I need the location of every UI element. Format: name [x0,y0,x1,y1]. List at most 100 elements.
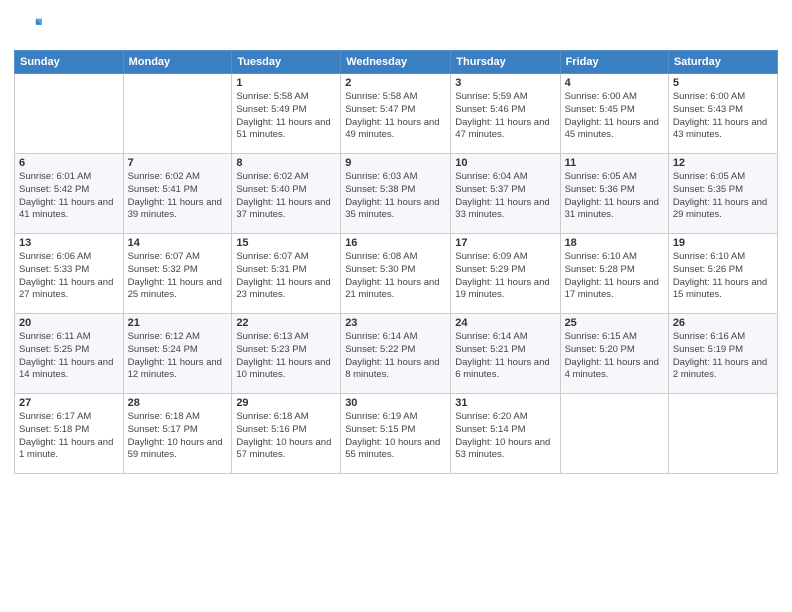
calendar-cell: 26 Sunrise: 6:16 AM Sunset: 5:19 PM Dayli… [668,314,777,394]
day-info: Sunrise: 6:11 AM Sunset: 5:25 PM Dayligh… [19,331,119,382]
day-number: 7 [128,157,228,169]
weekday-header-saturday: Saturday [668,51,777,74]
calendar-cell: 13 Sunrise: 6:06 AM Sunset: 5:33 PM Dayli… [15,234,124,314]
weekday-header-sunday: Sunday [15,51,124,74]
day-number: 17 [455,237,555,249]
weekday-header-tuesday: Tuesday [232,51,341,74]
day-info: Sunrise: 6:05 AM Sunset: 5:36 PM Dayligh… [565,171,664,222]
calendar-cell: 5 Sunrise: 6:00 AM Sunset: 5:43 PM Daylig… [668,74,777,154]
day-info: Sunrise: 6:14 AM Sunset: 5:21 PM Dayligh… [455,331,555,382]
day-number: 3 [455,77,555,89]
calendar-cell: 25 Sunrise: 6:15 AM Sunset: 5:20 PM Dayli… [560,314,668,394]
calendar-cell: 6 Sunrise: 6:01 AM Sunset: 5:42 PM Daylig… [15,154,124,234]
day-number: 12 [673,157,773,169]
day-info: Sunrise: 5:58 AM Sunset: 5:49 PM Dayligh… [236,91,336,142]
day-info: Sunrise: 6:07 AM Sunset: 5:32 PM Dayligh… [128,251,228,302]
day-info: Sunrise: 6:06 AM Sunset: 5:33 PM Dayligh… [19,251,119,302]
day-number: 20 [19,317,119,329]
calendar-cell: 3 Sunrise: 5:59 AM Sunset: 5:46 PM Daylig… [451,74,560,154]
calendar-cell: 29Sunrise: 6:18 AM Sunset: 5:16 PM Dayli… [232,394,341,474]
calendar-cell: 28 Sunrise: 6:18 AM Sunset: 5:17 PM Dayli… [123,394,232,474]
day-number: 11 [565,157,664,169]
weekday-header-wednesday: Wednesday [341,51,451,74]
calendar-cell: 31Sunrise: 6:20 AM Sunset: 5:14 PM Dayli… [451,394,560,474]
day-number: 18 [565,237,664,249]
calendar-week-2: 6 Sunrise: 6:01 AM Sunset: 5:42 PM Daylig… [15,154,778,234]
day-number: 1 [236,77,336,89]
calendar-cell [15,74,124,154]
day-number: 10 [455,157,555,169]
calendar-cell: 20 Sunrise: 6:11 AM Sunset: 5:25 PM Dayli… [15,314,124,394]
calendar-cell: 2Sunrise: 5:58 AM Sunset: 5:47 PM Daylig… [341,74,451,154]
day-number: 4 [565,77,664,89]
day-info: Sunrise: 6:18 AM Sunset: 5:16 PM Dayligh… [236,411,336,462]
calendar-cell: 22Sunrise: 6:13 AM Sunset: 5:23 PM Dayli… [232,314,341,394]
calendar-cell: 9Sunrise: 6:03 AM Sunset: 5:38 PM Daylig… [341,154,451,234]
calendar-cell: 19 Sunrise: 6:10 AM Sunset: 5:26 PM Dayli… [668,234,777,314]
day-number: 26 [673,317,773,329]
day-number: 2 [345,77,446,89]
day-info: Sunrise: 6:03 AM Sunset: 5:38 PM Dayligh… [345,171,446,222]
day-info: Sunrise: 6:01 AM Sunset: 5:42 PM Dayligh… [19,171,119,222]
day-number: 5 [673,77,773,89]
day-info: Sunrise: 6:07 AM Sunset: 5:31 PM Dayligh… [236,251,336,302]
calendar-cell: 7 Sunrise: 6:02 AM Sunset: 5:41 PM Daylig… [123,154,232,234]
calendar-week-4: 20 Sunrise: 6:11 AM Sunset: 5:25 PM Dayli… [15,314,778,394]
day-number: 23 [345,317,446,329]
calendar-week-3: 13 Sunrise: 6:06 AM Sunset: 5:33 PM Dayli… [15,234,778,314]
day-number: 30 [345,397,446,409]
day-info: Sunrise: 6:02 AM Sunset: 5:41 PM Dayligh… [128,171,228,222]
calendar-cell [123,74,232,154]
calendar-cell: 24 Sunrise: 6:14 AM Sunset: 5:21 PM Dayli… [451,314,560,394]
logo [14,14,44,42]
day-info: Sunrise: 6:20 AM Sunset: 5:14 PM Dayligh… [455,411,555,462]
day-info: Sunrise: 6:14 AM Sunset: 5:22 PM Dayligh… [345,331,446,382]
calendar-cell: 15 Sunrise: 6:07 AM Sunset: 5:31 PM Dayli… [232,234,341,314]
calendar-cell: 17Sunrise: 6:09 AM Sunset: 5:29 PM Dayli… [451,234,560,314]
logo-icon [14,14,42,42]
day-info: Sunrise: 6:18 AM Sunset: 5:17 PM Dayligh… [128,411,228,462]
calendar-cell: 1 Sunrise: 5:58 AM Sunset: 5:49 PM Daylig… [232,74,341,154]
day-number: 13 [19,237,119,249]
weekday-header-monday: Monday [123,51,232,74]
day-number: 22 [236,317,336,329]
page-header [14,10,778,42]
calendar-cell: 12 Sunrise: 6:05 AM Sunset: 5:35 PM Dayli… [668,154,777,234]
day-number: 15 [236,237,336,249]
day-info: Sunrise: 6:05 AM Sunset: 5:35 PM Dayligh… [673,171,773,222]
calendar-cell: 16Sunrise: 6:08 AM Sunset: 5:30 PM Dayli… [341,234,451,314]
day-info: Sunrise: 6:12 AM Sunset: 5:24 PM Dayligh… [128,331,228,382]
day-info: Sunrise: 6:10 AM Sunset: 5:28 PM Dayligh… [565,251,664,302]
calendar-cell: 23 Sunrise: 6:14 AM Sunset: 5:22 PM Dayli… [341,314,451,394]
day-info: Sunrise: 6:10 AM Sunset: 5:26 PM Dayligh… [673,251,773,302]
day-info: Sunrise: 6:17 AM Sunset: 5:18 PM Dayligh… [19,411,119,462]
day-number: 19 [673,237,773,249]
day-info: Sunrise: 6:16 AM Sunset: 5:19 PM Dayligh… [673,331,773,382]
calendar-cell: 8Sunrise: 6:02 AM Sunset: 5:40 PM Daylig… [232,154,341,234]
day-info: Sunrise: 6:00 AM Sunset: 5:43 PM Dayligh… [673,91,773,142]
day-number: 21 [128,317,228,329]
day-info: Sunrise: 6:00 AM Sunset: 5:45 PM Dayligh… [565,91,664,142]
day-info: Sunrise: 5:59 AM Sunset: 5:46 PM Dayligh… [455,91,555,142]
day-info: Sunrise: 6:02 AM Sunset: 5:40 PM Dayligh… [236,171,336,222]
day-info: Sunrise: 6:15 AM Sunset: 5:20 PM Dayligh… [565,331,664,382]
calendar-table: SundayMondayTuesdayWednesdayThursdayFrid… [14,50,778,474]
day-info: Sunrise: 6:19 AM Sunset: 5:15 PM Dayligh… [345,411,446,462]
calendar-cell: 10Sunrise: 6:04 AM Sunset: 5:37 PM Dayli… [451,154,560,234]
calendar-cell: 27 Sunrise: 6:17 AM Sunset: 5:18 PM Dayli… [15,394,124,474]
day-info: Sunrise: 6:08 AM Sunset: 5:30 PM Dayligh… [345,251,446,302]
day-number: 6 [19,157,119,169]
calendar-cell: 18 Sunrise: 6:10 AM Sunset: 5:28 PM Dayli… [560,234,668,314]
day-number: 27 [19,397,119,409]
page-container: SundayMondayTuesdayWednesdayThursdayFrid… [0,0,792,612]
calendar-cell: 14 Sunrise: 6:07 AM Sunset: 5:32 PM Dayli… [123,234,232,314]
calendar-cell: 21 Sunrise: 6:12 AM Sunset: 5:24 PM Dayli… [123,314,232,394]
calendar-week-1: 1 Sunrise: 5:58 AM Sunset: 5:49 PM Daylig… [15,74,778,154]
day-number: 14 [128,237,228,249]
day-number: 24 [455,317,555,329]
calendar-cell: 30 Sunrise: 6:19 AM Sunset: 5:15 PM Dayli… [341,394,451,474]
day-number: 25 [565,317,664,329]
calendar-week-5: 27 Sunrise: 6:17 AM Sunset: 5:18 PM Dayli… [15,394,778,474]
weekday-header-thursday: Thursday [451,51,560,74]
day-number: 28 [128,397,228,409]
